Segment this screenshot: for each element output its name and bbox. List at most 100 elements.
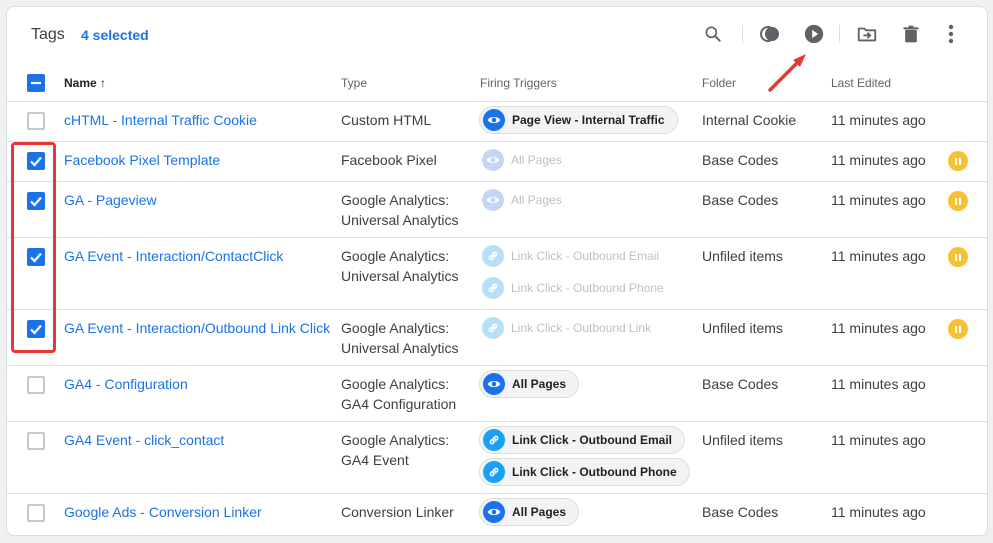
trigger-label: All Pages (511, 153, 562, 167)
paused-badge-icon[interactable] (948, 191, 968, 211)
column-type-header[interactable]: Type (341, 76, 367, 90)
trigger-chip[interactable]: All Pages (479, 146, 574, 174)
paused-badge-icon[interactable] (948, 247, 968, 267)
tag-type-line: Google Analytics: (341, 248, 450, 264)
row-checkbox[interactable] (27, 432, 45, 450)
row-checkbox[interactable] (27, 504, 45, 522)
trigger-chip[interactable]: Link Click - Outbound Email (479, 242, 671, 270)
delete-icon[interactable] (898, 21, 924, 47)
trigger-chip[interactable]: Link Click - Outbound Phone (479, 458, 690, 486)
tag-name-link[interactable]: GA4 - Configuration (64, 374, 188, 394)
link-icon (482, 245, 504, 267)
tag-folder: Unfiled items (702, 248, 783, 264)
table-row[interactable]: GA4 - Configuration Google Analytics: GA4 … (7, 365, 987, 421)
table-row[interactable]: GA Event - Interaction/Outbound Link Cli… (7, 309, 987, 365)
tag-type-line: GA4 Configuration (341, 396, 457, 412)
tags-card: Tags 4 selected Name ↑ Type Firing Trigg… (6, 6, 988, 536)
trigger-label: Link Click - Outbound Email (512, 433, 673, 447)
link-icon (482, 277, 504, 299)
column-name-header[interactable]: Name ↑ (64, 76, 106, 90)
tag-folder: Base Codes (702, 376, 779, 392)
move-to-folder-icon[interactable] (854, 21, 880, 47)
row-checkbox[interactable] (27, 112, 45, 130)
paused-badge-icon[interactable] (948, 151, 968, 171)
trigger-label: All Pages (512, 505, 567, 519)
tag-last-edited: 11 minutes ago (831, 432, 926, 448)
table-row[interactable]: GA4 Event - click_contact Google Analytic… (7, 421, 987, 493)
link-icon (483, 461, 505, 483)
trigger-chip[interactable]: All Pages (479, 186, 574, 214)
tag-folder: Base Codes (702, 504, 779, 520)
trigger-chip[interactable]: Page View - Internal Traffic (479, 106, 678, 134)
tag-type: Custom HTML (341, 110, 431, 130)
tag-type: Google Analytics: Universal Analytics (341, 318, 459, 358)
search-icon[interactable] (700, 21, 726, 47)
highlight-box (11, 142, 56, 353)
select-all-checkbox[interactable] (27, 74, 45, 92)
tag-type: Google Analytics: GA4 Configuration (341, 374, 456, 414)
tag-type: Google Analytics: Universal Analytics (341, 246, 459, 286)
tag-name-link[interactable]: Facebook Pixel Template (64, 150, 220, 170)
tag-type-line: Conversion Linker (341, 504, 454, 520)
tag-type-line: GA4 Event (341, 452, 409, 468)
tag-name-link[interactable]: GA Event - Interaction/ContactClick (64, 246, 283, 266)
trigger-label: Link Click - Outbound Phone (512, 465, 677, 479)
paused-badge-icon[interactable] (948, 319, 968, 339)
link-icon (482, 317, 504, 339)
trigger-chip[interactable]: All Pages (479, 498, 580, 526)
tag-folder: Unfiled items (702, 432, 783, 448)
table-row[interactable]: Google Ads - Conversion Linker Conversion… (7, 493, 987, 533)
tag-type: Google Analytics: GA4 Event (341, 430, 449, 470)
table-row[interactable]: GA - Pageview Google Analytics: Universal … (7, 181, 987, 237)
column-folder-header[interactable]: Folder (702, 76, 736, 90)
trigger-chip[interactable]: Link Click - Outbound Phone (479, 274, 676, 302)
tag-type-line: Universal Analytics (341, 340, 459, 356)
tag-last-edited: 11 minutes ago (831, 152, 926, 168)
tag-folder: Unfiled items (702, 320, 783, 336)
more-vert-icon[interactable] (938, 21, 964, 47)
page-title: Tags (31, 26, 65, 43)
tag-last-edited: 11 minutes ago (831, 248, 926, 264)
tag-name-link[interactable]: GA Event - Interaction/Outbound Link Cli… (64, 318, 330, 338)
row-checkbox[interactable] (27, 376, 45, 394)
tag-name-link[interactable]: Google Ads - Conversion Linker (64, 502, 262, 522)
trigger-label: All Pages (512, 377, 567, 391)
tag-last-edited: 11 minutes ago (831, 376, 926, 392)
play-icon[interactable] (801, 21, 827, 47)
column-edited-header[interactable]: Last Edited (831, 76, 891, 90)
tag-type-line: Google Analytics: (341, 192, 450, 208)
table-row[interactable]: cHTML - Internal Traffic Cookie Custom HT… (7, 101, 987, 141)
tag-last-edited: 11 minutes ago (831, 320, 926, 336)
tag-name-link[interactable]: GA - Pageview (64, 190, 157, 210)
tag-name-link[interactable]: GA4 Event - click_contact (64, 430, 224, 450)
tag-last-edited: 11 minutes ago (831, 504, 926, 520)
tag-type-line: Google Analytics: (341, 432, 450, 448)
trigger-chip[interactable]: Link Click - Outbound Link (479, 314, 663, 342)
merge-icon[interactable] (757, 21, 783, 47)
tag-type-line: Custom HTML (341, 112, 432, 128)
tag-name-link[interactable]: cHTML - Internal Traffic Cookie (64, 110, 257, 130)
trigger-chip[interactable]: All Pages (479, 370, 580, 398)
trigger-label: Link Click - Outbound Link (511, 321, 652, 335)
tag-type-line: Universal Analytics (341, 268, 459, 284)
table-row[interactable]: Facebook Pixel Template Facebook Pixel All… (7, 141, 987, 181)
tag-folder: Base Codes (702, 192, 779, 208)
eye-icon (483, 501, 505, 523)
tag-type: Google Analytics: Universal Analytics (341, 190, 459, 230)
trigger-chip[interactable]: Link Click - Outbound Email (479, 426, 686, 454)
tag-type-line: Google Analytics: (341, 320, 450, 336)
tag-last-edited: 11 minutes ago (831, 192, 926, 208)
trigger-label: Link Click - Outbound Email (511, 249, 660, 263)
column-triggers-header[interactable]: Firing Triggers (480, 76, 557, 90)
eye-icon (483, 109, 505, 131)
tag-type: Facebook Pixel (341, 150, 437, 170)
eye-icon (483, 373, 505, 395)
tag-folder: Base Codes (702, 152, 779, 168)
selected-count[interactable]: 4 selected (81, 27, 149, 43)
trigger-label: Link Click - Outbound Phone (511, 281, 664, 295)
tag-type: Conversion Linker (341, 502, 454, 522)
tag-folder: Internal Cookie (702, 112, 797, 128)
table-row[interactable]: GA Event - Interaction/ContactClick Googl… (7, 237, 987, 309)
tag-type-line: Google Analytics: (341, 376, 450, 392)
tag-type-line: Facebook Pixel (341, 152, 437, 168)
